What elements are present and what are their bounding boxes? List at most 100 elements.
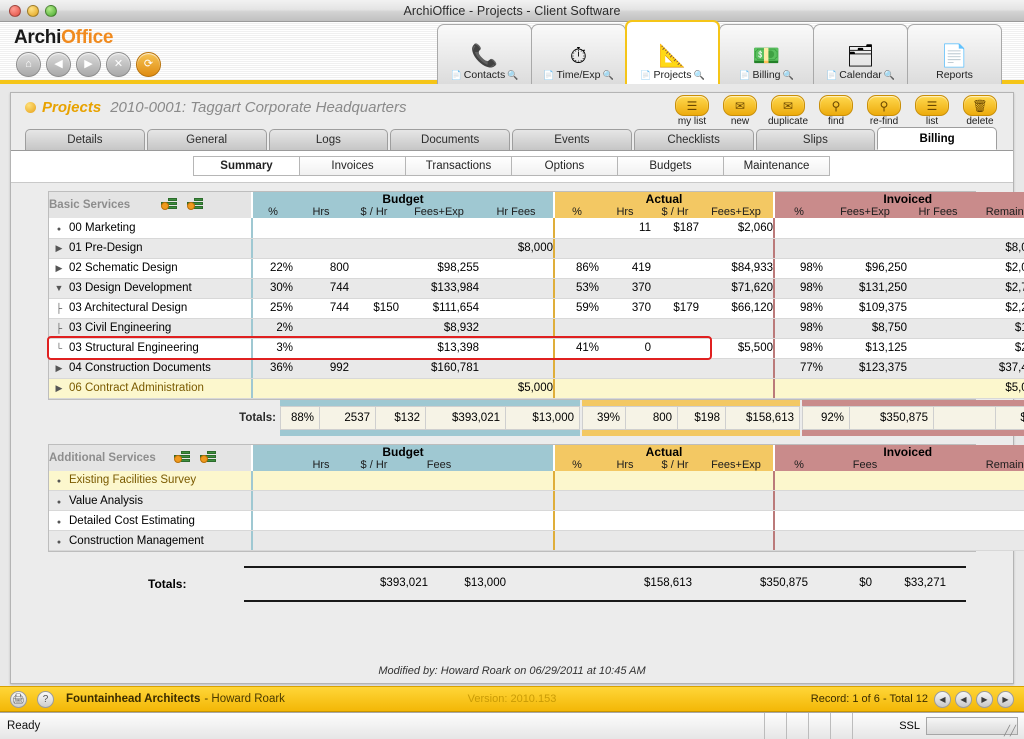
table-cell[interactable]: $13,125	[823, 338, 907, 359]
table-cell[interactable]	[823, 530, 907, 551]
subtab-transactions[interactable]: Transactions	[405, 156, 512, 176]
table-cell[interactable]	[479, 298, 553, 319]
table-cell[interactable]	[253, 490, 293, 511]
table-row[interactable]: ● Construction Management $0	[49, 530, 1024, 551]
subtab-options[interactable]: Options	[511, 156, 618, 176]
row-name-cell[interactable]: ● Construction Management	[49, 530, 251, 551]
module-tab-projects[interactable]: 📐 📄 Projects 🔍	[625, 20, 720, 84]
table-row[interactable]: ├ 03 Architectural Design 25% 744 $150 $111,6…	[49, 298, 1024, 319]
table-cell[interactable]	[349, 490, 399, 511]
table-cell[interactable]: 86%	[555, 258, 599, 279]
row-name-cell[interactable]: ▶ 04 Construction Documents	[49, 358, 251, 379]
table-cell[interactable]	[699, 490, 773, 511]
main-tab-bar[interactable]: Details General Logs Documents Events Ch…	[11, 127, 1013, 151]
twisty-collapsed-icon[interactable]: ▶	[49, 263, 69, 274]
table-cell[interactable]	[349, 258, 399, 279]
table-cell[interactable]	[253, 470, 293, 491]
table-cell[interactable]	[651, 470, 699, 491]
twisty-collapsed-icon[interactable]: ▶	[49, 383, 69, 394]
table-row[interactable]: ▶ 04 Construction Documents 36% 992 $160,781…	[49, 358, 1024, 379]
row-name-cell[interactable]: ▶ 01 Pre-Design	[49, 238, 251, 259]
table-cell[interactable]: 3%	[253, 338, 293, 359]
table-cell[interactable]	[599, 490, 651, 511]
duplicate-button[interactable]: ✉ duplicate	[767, 95, 809, 127]
table-cell[interactable]	[349, 278, 399, 299]
subtab-maintenance[interactable]: Maintenance	[723, 156, 830, 176]
table-cell[interactable]	[479, 490, 553, 511]
table-cell[interactable]	[699, 378, 773, 399]
table-cell[interactable]	[555, 510, 599, 531]
table-cell[interactable]	[699, 318, 773, 339]
table-cell[interactable]: $84,933	[699, 258, 773, 279]
table-row[interactable]: └ 03 Structural Engineering 3% $13,398 41% 0 $…	[49, 338, 1024, 359]
table-cell[interactable]: 992	[293, 358, 349, 379]
record-nav-buttons[interactable]: ◀ ◀ ▶ ▶	[934, 690, 1014, 708]
table-cell[interactable]: 98%	[775, 318, 823, 339]
table-cell[interactable]: $2,060	[699, 218, 773, 239]
table-cell[interactable]: 744	[293, 278, 349, 299]
table-cell[interactable]	[907, 318, 969, 339]
table-cell[interactable]: 77%	[775, 358, 823, 379]
table-cell[interactable]	[599, 318, 651, 339]
table-cell[interactable]	[293, 470, 349, 491]
tab-slips[interactable]: Slips	[755, 129, 876, 150]
table-cell[interactable]	[555, 470, 599, 491]
table-cell[interactable]	[479, 530, 553, 551]
table-cell[interactable]	[293, 318, 349, 339]
table-cell[interactable]	[479, 338, 553, 359]
search-icon[interactable]: 🔍	[884, 70, 895, 81]
table-cell[interactable]	[651, 378, 699, 399]
table-cell[interactable]: $0	[969, 218, 1024, 239]
record-action-buttons[interactable]: ☰ my list ✉ new ✉ duplicate ⚲ find ⚲ re-…	[671, 95, 1001, 127]
table-cell[interactable]	[775, 510, 823, 531]
previous-record-button[interactable]: ◀	[955, 690, 972, 708]
table-cell[interactable]: 22%	[253, 258, 293, 279]
table-cell[interactable]	[907, 378, 969, 399]
tab-details[interactable]: Details	[25, 129, 145, 150]
table-cell[interactable]	[479, 318, 553, 339]
table-cell[interactable]: $0	[969, 490, 1024, 511]
table-row[interactable]: ▼ 03 Design Development 30% 744 $133,984 53% 3…	[49, 278, 1024, 299]
first-record-button[interactable]: ◀	[934, 690, 951, 708]
table-cell[interactable]: $5,000	[479, 378, 553, 399]
table-cell[interactable]: 98%	[775, 298, 823, 319]
table-cell[interactable]: $160,781	[399, 358, 479, 379]
table-cell[interactable]	[775, 470, 823, 491]
table-cell[interactable]	[349, 530, 399, 551]
tab-billing[interactable]: Billing	[877, 127, 997, 150]
table-cell[interactable]: 800	[293, 258, 349, 279]
table-cell[interactable]: $179	[651, 298, 699, 319]
close-icon[interactable]: ✕	[106, 52, 131, 77]
table-cell[interactable]: $133,984	[399, 278, 479, 299]
table-cell[interactable]	[253, 510, 293, 531]
table-cell[interactable]: $66,120	[699, 298, 773, 319]
table-cell[interactable]	[907, 258, 969, 279]
home-icon[interactable]: ⌂	[16, 52, 41, 77]
sub-tab-bar[interactable]: Summary Invoices Transactions Options Bu…	[11, 151, 1013, 183]
tab-documents[interactable]: Documents	[390, 129, 510, 150]
table-cell[interactable]	[253, 238, 293, 259]
table-cell[interactable]	[349, 510, 399, 531]
table-cell[interactable]	[399, 218, 479, 239]
table-cell[interactable]	[293, 530, 349, 551]
table-cell[interactable]: $96,250	[823, 258, 907, 279]
table-cell[interactable]	[907, 510, 969, 531]
table-cell[interactable]: $8,000	[969, 238, 1024, 259]
table-cell[interactable]: $71,620	[699, 278, 773, 299]
module-tab-calendar[interactable]: 🗂 📄 Calendar 🔍	[813, 24, 908, 84]
new-button[interactable]: ✉ new	[719, 95, 761, 127]
table-cell[interactable]	[399, 378, 479, 399]
table-cell[interactable]	[699, 530, 773, 551]
table-cell[interactable]	[479, 358, 553, 379]
table-cell[interactable]	[651, 318, 699, 339]
search-icon[interactable]: 🔍	[507, 70, 518, 81]
table-cell[interactable]: 2%	[253, 318, 293, 339]
table-cell[interactable]	[907, 338, 969, 359]
refind-button[interactable]: ⚲ re-find	[863, 95, 905, 127]
table-cell[interactable]	[253, 378, 293, 399]
navigation-buttons[interactable]: ⌂ ◀ ▶ ✕ ⟳	[16, 52, 161, 77]
table-cell[interactable]: $150	[349, 298, 399, 319]
table-cell[interactable]: $2,279	[969, 298, 1024, 319]
forward-icon[interactable]: ▶	[76, 52, 101, 77]
table-cell[interactable]: 744	[293, 298, 349, 319]
